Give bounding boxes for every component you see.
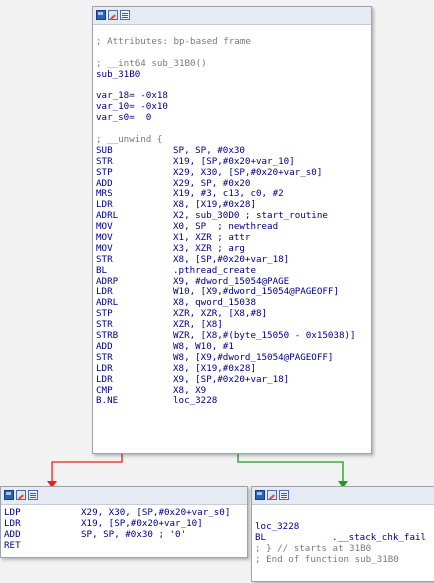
mnemonic: STR: [96, 253, 113, 265]
edit-icon[interactable]: [108, 10, 118, 20]
color-icon[interactable]: [96, 10, 106, 20]
instruction-line[interactable]: LDR X9, [SP,#0x20+var_18]: [96, 373, 356, 386]
operands: X29, X30, [SP,#0x20+var_s0]: [173, 166, 323, 178]
list-icon[interactable]: [120, 10, 130, 20]
operands: X8, [SP,#0x20+var_18]: [173, 253, 290, 265]
mnemonic: RET: [4, 539, 21, 551]
operands: X19, [SP,#0x20+var_10]: [173, 155, 295, 167]
node-header[interactable]: [93, 7, 371, 25]
edit-icon[interactable]: [16, 490, 26, 500]
comment-line: ; End of function sub_31B0: [255, 553, 399, 565]
list-icon[interactable]: [279, 490, 289, 500]
mnemonic: B.NE: [96, 395, 119, 407]
stack-fail-block-code: loc_3228 BL .__stack_chk_fail; } // starts…: [255, 511, 426, 565]
edge-true: [237, 452, 344, 484]
operands: loc_3228: [173, 395, 218, 407]
operands: X29, X30, [SP,#0x20+var_s0]: [81, 507, 231, 518]
operands: X9, #dword_15054@PAGE: [173, 275, 290, 287]
main-block-code: ; Attributes: bp-based frame; __int64 su…: [96, 36, 356, 407]
stack-fail-block-node[interactable]: loc_3228 BL .__stack_chk_fail; } // starts…: [251, 486, 434, 582]
operands: X9, [SP,#0x20+var_18]: [173, 373, 290, 385]
mnemonic: LDR: [96, 362, 113, 374]
operands: WZR, [X8,#(byte_15050 - 0x15038)]: [173, 330, 356, 342]
operands: X3, XZR ; arg: [173, 242, 245, 254]
instruction-line[interactable]: STP XZR, XZR, [X8,#8]: [96, 308, 356, 320]
operands: X8, [X19,#0x28]: [173, 199, 256, 211]
function-label[interactable]: sub_31B0: [96, 69, 356, 81]
edit-icon[interactable]: [267, 490, 277, 500]
instruction-line[interactable]: B.NE loc_3228: [96, 395, 356, 407]
operands: XZR, [X8]: [173, 319, 223, 331]
operands: X8, qword_15038: [173, 297, 256, 309]
operands: X19, [SP,#0x20+var_10]: [81, 517, 203, 529]
mnemonic: BL: [96, 264, 108, 276]
operands: X0, SP ; newthread: [173, 221, 279, 233]
operands: W10, [X9,#dword_15054@PAGEOFF]: [173, 286, 339, 298]
instruction-line[interactable]: RET: [4, 539, 230, 552]
return-block-node[interactable]: LDP X29, X30, [SP,#0x20+var_s0] LDR X19, [S…: [0, 486, 248, 558]
operands: W8, [X9,#dword_15054@PAGEOFF]: [173, 351, 334, 363]
list-icon[interactable]: [28, 490, 38, 500]
color-icon[interactable]: [255, 490, 265, 500]
edge-false: [51, 452, 123, 484]
operands: XZR, XZR, [X8,#8]: [173, 308, 268, 320]
operands: X29, SP, #0x20: [173, 177, 251, 189]
mnemonic: STP: [96, 166, 113, 178]
operands: X19, #3, c13, c0, #2: [173, 188, 284, 200]
instruction-line[interactable]: CMP X8, X9: [96, 384, 356, 397]
node-header[interactable]: [1, 487, 247, 505]
operands: SP, SP, #0x30 ; '0': [81, 528, 187, 540]
operands: .__stack_chk_fail: [332, 531, 427, 543]
comment-line: ; Attributes: bp-based frame: [96, 36, 251, 47]
operands: X8, X9: [173, 384, 207, 396]
node-header[interactable]: [252, 487, 434, 505]
operands: .pthread_create: [173, 264, 256, 276]
color-icon[interactable]: [4, 490, 14, 500]
operands: W8, W10, #1: [173, 340, 234, 352]
operands: X2, sub_30D0 ; start_routine: [173, 210, 328, 222]
instruction-line[interactable]: ADD SP, SP, #0x30 ; '0': [4, 528, 230, 541]
operands: SP, SP, #0x30: [173, 144, 245, 156]
operands: X8, [X19,#0x28]: [173, 362, 256, 374]
mnemonic: LDR: [96, 373, 113, 385]
comment-line: ; } // starts at 31B0: [255, 542, 372, 554]
operands: X1, XZR ; attr: [173, 232, 251, 244]
main-block-node[interactable]: ; Attributes: bp-based frame; __int64 su…: [92, 6, 372, 454]
stack-var: var_s0= 0: [96, 112, 152, 124]
return-block-code: LDP X29, X30, [SP,#0x20+var_s0] LDR X19, [S…: [4, 507, 231, 552]
